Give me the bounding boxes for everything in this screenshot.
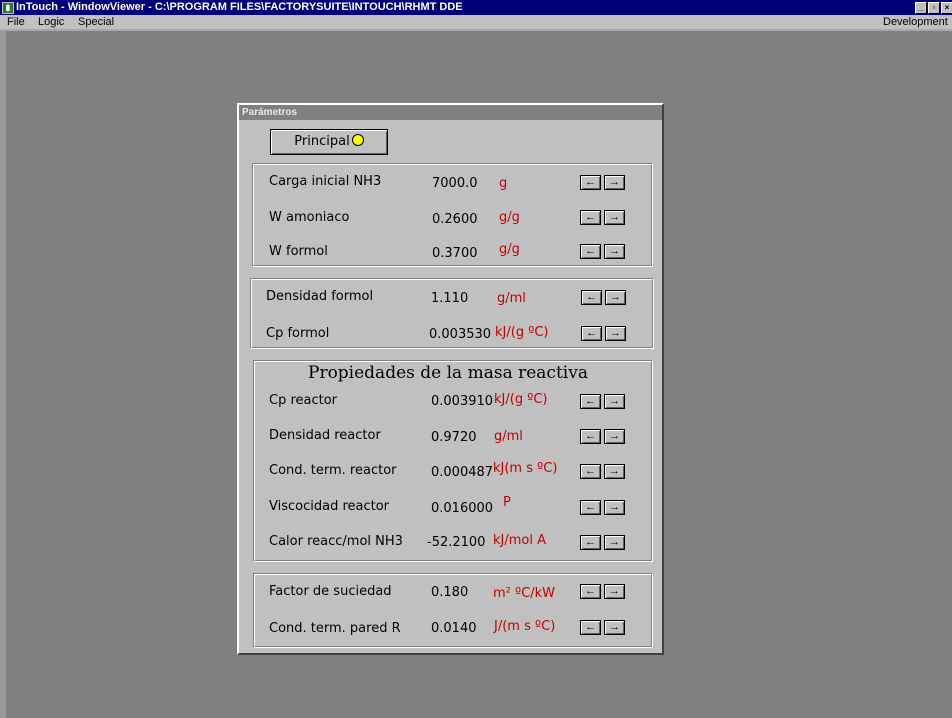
row-label: Calor reacc/mol NH3 (269, 534, 403, 549)
arrow-right-icon[interactable]: → (605, 326, 626, 341)
row-label: Cp reactor (269, 393, 338, 408)
row-unit: P (503, 495, 511, 510)
row-stepper: ← → (580, 464, 630, 481)
arrow-left-icon[interactable]: ← (581, 326, 602, 341)
row-value: 0.3700 (432, 246, 478, 261)
row-stepper: ← → (580, 244, 630, 261)
arrow-right-icon[interactable]: → (604, 429, 625, 444)
row-unit: J/(m s ºC) (494, 619, 556, 634)
row-stepper: ← → (581, 326, 631, 343)
arrow-right-icon[interactable]: → (604, 394, 625, 409)
arrow-right-icon[interactable]: → (604, 464, 625, 479)
row-stepper: ← → (580, 429, 630, 446)
row-value: 0.0140 (431, 621, 477, 636)
arrow-left-icon[interactable]: ← (581, 290, 602, 305)
row-unit: g/ml (497, 291, 526, 306)
arrow-left-icon[interactable]: ← (580, 175, 601, 190)
arrow-left-icon[interactable]: ← (580, 584, 601, 599)
arrow-right-icon[interactable]: → (605, 290, 626, 305)
arrow-right-icon[interactable]: → (604, 620, 625, 635)
panel-title: Parámetros (239, 105, 662, 120)
arrow-left-icon[interactable]: ← (580, 620, 601, 635)
row-unit: g (499, 176, 508, 191)
row-label: W amoniaco (269, 210, 350, 225)
row-unit: kJ/mol A (493, 533, 546, 548)
menu-special[interactable]: Special (78, 15, 114, 29)
arrow-left-icon[interactable]: ← (580, 244, 601, 259)
row-unit: g/ml (494, 429, 523, 444)
close-icon[interactable]: × (941, 2, 952, 14)
row-value: 0.2600 (432, 212, 478, 227)
row-stepper: ← → (580, 210, 630, 227)
row-value: -52.2100 (427, 535, 486, 550)
row-unit: kJ/(g ºC) (494, 392, 548, 407)
arrow-right-icon[interactable]: → (604, 244, 625, 259)
menu-file[interactable]: File (7, 15, 25, 29)
row-value: 0.9720 (431, 430, 477, 445)
row-label: Cond. term. reactor (269, 463, 397, 478)
arrow-right-icon[interactable]: → (604, 175, 625, 190)
group-masa-reactiva: Propiedades de la masa reactiva Cp react… (253, 360, 653, 562)
parametros-window: Parámetros Principal Carga inicial NH3 7… (237, 103, 664, 655)
row-label: Densidad reactor (269, 428, 381, 443)
row-label: Viscocidad reactor (269, 499, 390, 514)
arrow-left-icon[interactable]: ← (580, 535, 601, 550)
window-title: InTouch - WindowViewer - C:\PROGRAM FILE… (16, 1, 463, 13)
arrow-left-icon[interactable]: ← (580, 429, 601, 444)
row-unit: m² ºC/kW (493, 586, 555, 601)
row-unit: kJ(m s ºC) (493, 461, 558, 476)
group-pared: Factor de suciedad 0.180 m² ºC/kW ← → Co… (253, 573, 653, 648)
row-stepper: ← → (580, 175, 630, 192)
row-label: Cond. term. pared R (269, 621, 401, 636)
arrow-left-icon[interactable]: ← (580, 210, 601, 225)
group-title: Propiedades de la masa reactiva (308, 363, 588, 383)
minimize-icon[interactable]: _ (915, 2, 927, 14)
row-value: 0.003910 (431, 394, 494, 409)
row-label: Carga inicial NH3 (269, 174, 382, 189)
arrow-right-icon[interactable]: → (604, 584, 625, 599)
row-stepper: ← → (580, 535, 630, 552)
row-value: 1.110 (431, 291, 469, 306)
group-formol: Densidad formol 1.110 g/ml ← → Cp formol… (250, 278, 654, 349)
arrow-right-icon[interactable]: → (604, 500, 625, 515)
row-value: 0.003530 (429, 327, 492, 342)
menu-separator (0, 29, 952, 31)
row-unit: g/g (499, 242, 520, 257)
left-edge (0, 31, 6, 718)
row-value: 0.000487 (431, 465, 494, 480)
arrow-right-icon[interactable]: → (604, 535, 625, 550)
row-label: W formol (269, 244, 328, 259)
arrow-right-icon[interactable]: → (604, 210, 625, 225)
group-carga: Carga inicial NH3 7000.0 g ← → W amoniac… (252, 163, 653, 267)
status-led-icon (351, 134, 364, 146)
menu-logic[interactable]: Logic (38, 15, 64, 29)
row-value: 7000.0 (432, 176, 478, 191)
row-stepper: ← → (580, 584, 630, 601)
arrow-left-icon[interactable]: ← (580, 394, 601, 409)
row-stepper: ← → (580, 620, 630, 637)
menu-bar: File Logic Special Development (0, 15, 952, 29)
arrow-left-icon[interactable]: ← (580, 464, 601, 479)
row-stepper: ← → (580, 394, 630, 411)
row-value: 0.016000 (431, 501, 494, 516)
row-stepper: ← → (580, 500, 630, 517)
row-unit: g/g (499, 210, 520, 225)
row-unit: kJ/(g ºC) (495, 325, 549, 340)
principal-label: Principal (294, 134, 350, 149)
row-label: Factor de suciedad (269, 584, 392, 599)
row-value: 0.180 (431, 585, 469, 600)
intouch-icon[interactable]: ▮ (2, 2, 14, 14)
principal-button[interactable]: Principal (270, 129, 388, 155)
row-stepper: ← → (581, 290, 631, 307)
menu-development[interactable]: Development (883, 15, 948, 29)
window-titlebar: ▮ InTouch - WindowViewer - C:\PROGRAM FI… (0, 0, 952, 15)
row-label: Cp formol (266, 326, 330, 341)
restore-icon[interactable]: ▫ (928, 2, 940, 14)
arrow-left-icon[interactable]: ← (580, 500, 601, 515)
row-label: Densidad formol (266, 289, 374, 304)
